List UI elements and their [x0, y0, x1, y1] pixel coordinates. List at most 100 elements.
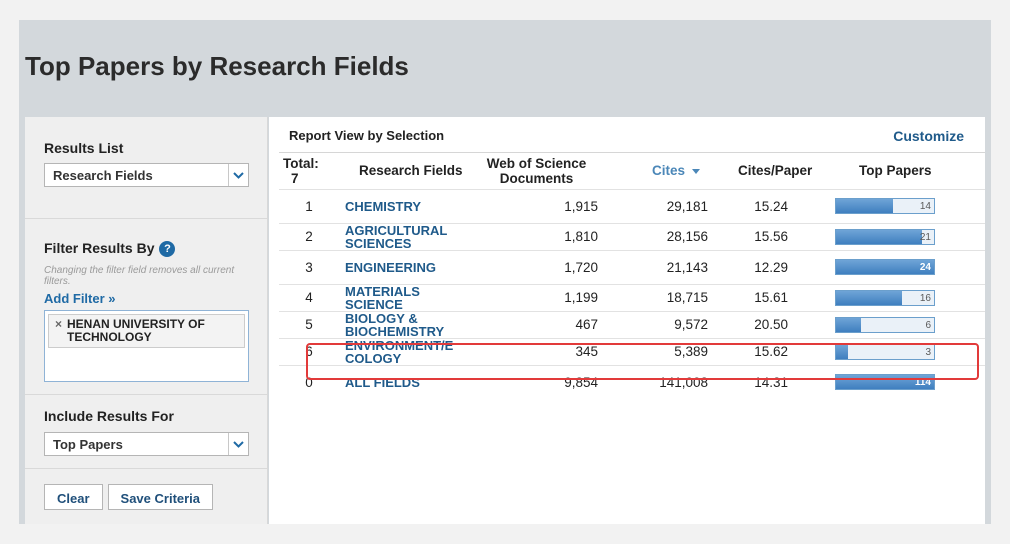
top-papers-bar: 14: [835, 198, 935, 214]
sort-down-icon: [691, 169, 700, 175]
top-papers-value: 21: [919, 231, 931, 243]
row-top-papers: 114: [831, 364, 985, 399]
row-field-link[interactable]: ENGINEERING: [339, 249, 469, 284]
top-papers-bar: 21: [835, 228, 935, 245]
top-papers-header[interactable]: Top Papers: [831, 153, 985, 189]
save-criteria-button[interactable]: Save Criteria: [107, 484, 214, 510]
table-row[interactable]: 3 ENGINEERING 1,720 21,143 12.29 24: [279, 249, 985, 284]
page-title: Top Papers by Research Fields: [25, 51, 409, 81]
row-cites-per-paper: 14.31: [716, 364, 831, 399]
top-papers-bar-fill: [836, 229, 923, 244]
row-rank: 2: [279, 222, 339, 250]
include-value: Top Papers: [53, 437, 123, 452]
top-papers-bar: 114: [835, 374, 935, 391]
row-cites: 18,715: [604, 283, 716, 311]
row-rank: 3: [279, 249, 339, 284]
app-frame: Top Papers by Research Fields Results Li…: [19, 20, 991, 524]
top-papers-value: 3: [925, 346, 931, 358]
table-row[interactable]: 5 BIOLOGY & BIOCHEMISTRY 467 9,572 20.50…: [279, 310, 985, 338]
table-row[interactable]: 6 ENVIRONMENT/E COLOGY 345 5,389 15.62 3: [279, 337, 985, 365]
row-field-link[interactable]: MATERIALS SCIENCE: [339, 283, 469, 311]
row-cites-per-paper: 15.24: [716, 188, 831, 223]
row-cites: 28,156: [604, 222, 716, 250]
chevron-down-icon[interactable]: [228, 433, 248, 455]
filter-hint: Changing the filter field removes all cu…: [44, 265, 235, 288]
top-papers-bar: 3: [835, 343, 935, 360]
table-header: Total: 7 Research Fields Web of Science …: [279, 153, 985, 189]
cites-header[interactable]: Cites: [604, 153, 716, 189]
top-papers-bar-fill: [836, 199, 893, 213]
button-row: Clear Save Criteria: [25, 469, 267, 510]
row-cites-per-paper: 15.56: [716, 222, 831, 250]
filter-box[interactable]: × HENAN UNIVERSITY OF TECHNOLOGY: [44, 310, 249, 383]
include-select[interactable]: Top Papers: [44, 432, 249, 456]
top-papers-bar-fill: [836, 317, 861, 332]
help-icon[interactable]: ?: [159, 241, 176, 258]
top-papers-bar: 6: [835, 316, 935, 333]
wos-header[interactable]: Web of Science Documents: [469, 153, 604, 189]
row-wos-documents: 1,199: [469, 283, 604, 311]
row-top-papers: 3: [831, 337, 985, 365]
include-title: Include Results For: [44, 408, 174, 424]
row-rank: 0: [279, 364, 339, 399]
results-table: Total: 7 Research Fields Web of Science …: [279, 153, 985, 399]
top-papers-value: 6: [925, 319, 931, 331]
row-rank: 1: [279, 188, 339, 223]
top-papers-bar: 24: [835, 259, 935, 275]
row-cites: 21,143: [604, 249, 716, 284]
cites-per-paper-header[interactable]: Cites/Paper: [716, 153, 831, 189]
filter-chip-label: HENAN UNIVERSITY OF TECHNOLOGY: [67, 317, 205, 345]
cites-header-label: Cites: [652, 163, 686, 179]
clear-button[interactable]: Clear: [44, 484, 103, 510]
sidebar: Results List Research Fields Filter Resu…: [25, 117, 268, 524]
top-papers-value: 16: [919, 292, 931, 304]
row-rank: 5: [279, 310, 339, 338]
row-wos-documents: 9,854: [469, 364, 604, 399]
row-cites: 29,181: [604, 188, 716, 223]
row-cites: 141,008: [604, 364, 716, 399]
results-list-select[interactable]: Research Fields: [44, 163, 249, 187]
row-field-link[interactable]: AGRICULTURAL SCIENCES: [339, 222, 469, 250]
row-cites-per-paper: 20.50: [716, 310, 831, 338]
top-papers-bar: 16: [835, 289, 935, 306]
close-icon[interactable]: ×: [55, 318, 62, 344]
row-wos-documents: 345: [469, 337, 604, 365]
top-papers-value: 24: [919, 262, 931, 273]
top-papers-value: 114: [914, 377, 931, 389]
row-wos-documents: 1,810: [469, 222, 604, 250]
field-header[interactable]: Research Fields: [339, 153, 469, 189]
table-row[interactable]: 2 AGRICULTURAL SCIENCES 1,810 28,156 15.…: [279, 222, 985, 250]
total-label: Total:: [283, 155, 319, 171]
total-count: 7: [291, 170, 299, 186]
row-rank: 4: [279, 283, 339, 311]
table-row[interactable]: 4 MATERIALS SCIENCE 1,199 18,715 15.61 1…: [279, 283, 985, 311]
filter-title-text: Filter Results By: [44, 240, 155, 256]
row-top-papers: 14: [831, 188, 985, 223]
chevron-down-icon[interactable]: [228, 164, 248, 186]
row-wos-documents: 1,915: [469, 188, 604, 223]
row-cites-per-paper: 12.29: [716, 249, 831, 284]
filter-title: Filter Results By?: [44, 240, 267, 258]
row-field-link[interactable]: BIOLOGY & BIOCHEMISTRY: [339, 310, 469, 338]
top-papers-bar-fill: [836, 344, 848, 359]
include-section: Include Results For Top Papers: [25, 395, 267, 469]
top-papers-value: 14: [919, 201, 931, 212]
row-field-link[interactable]: CHEMISTRY: [339, 188, 469, 223]
row-top-papers: 16: [831, 283, 985, 311]
row-cites: 9,572: [604, 310, 716, 338]
table-row[interactable]: 0 ALL FIELDS 9,854 141,008 14.31 114: [279, 364, 985, 399]
top-papers-bar-fill: [836, 290, 902, 305]
results-list-title: Results List: [44, 140, 124, 156]
row-top-papers: 6: [831, 310, 985, 338]
row-wos-documents: 467: [469, 310, 604, 338]
row-field-link[interactable]: ENVIRONMENT/E COLOGY: [339, 337, 469, 365]
customize-link[interactable]: Customize: [893, 128, 964, 144]
row-field-link[interactable]: ALL FIELDS: [339, 364, 469, 399]
table-row[interactable]: 1 CHEMISTRY 1,915 29,181 15.24 14: [279, 188, 985, 223]
add-filter-link[interactable]: Add Filter »: [44, 291, 116, 306]
report-panel: Report View by Selection Customize Total…: [269, 117, 985, 524]
row-wos-documents: 1,720: [469, 249, 604, 284]
report-title: Report View by Selection: [289, 128, 445, 143]
row-cites-per-paper: 15.61: [716, 283, 831, 311]
total-header: Total: 7: [279, 153, 339, 189]
